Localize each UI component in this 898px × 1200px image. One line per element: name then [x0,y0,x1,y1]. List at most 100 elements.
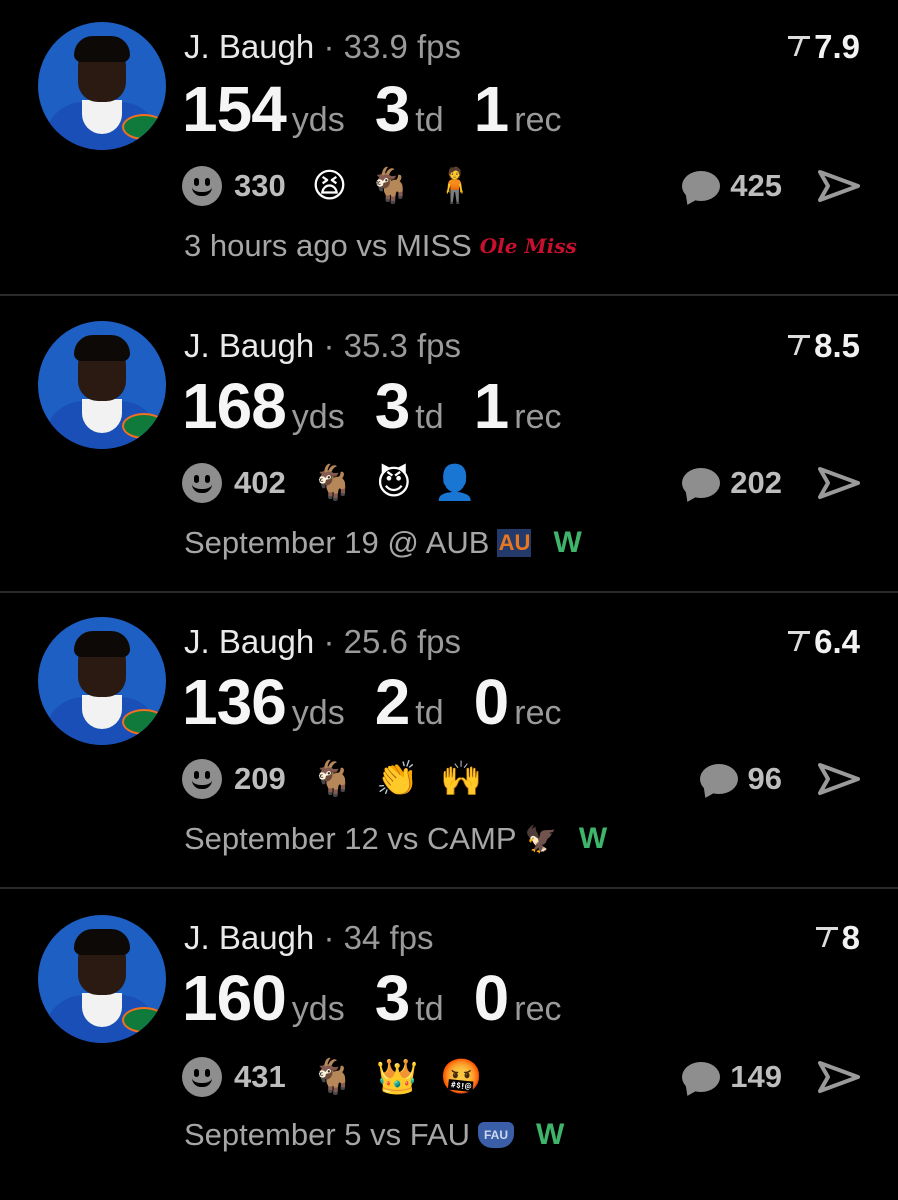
yards-unit: yds [291,398,345,436]
player-name-line: J. Baugh · 35.3 fps [184,327,461,365]
rec-value: 1 [473,73,510,145]
player-avatar[interactable] [38,617,166,745]
result-badge: W [536,1118,565,1151]
share-icon[interactable] [818,1059,860,1095]
reaction-emoji[interactable]: 👤 [434,463,476,503]
comment-count[interactable]: 202 [730,465,782,501]
yards-value: 160 [182,962,287,1034]
reaction-emoji[interactable]: 😈 [376,463,411,503]
reactions: 402 🐐 😈 👤 [182,461,498,505]
fps-value: · 33.9 fps [323,28,462,65]
feed: J. Baugh · 33.9 fps 7.9 154 yds 3 td 1 rec 33… [0,0,898,1200]
reaction-emoji[interactable]: 🤬 [440,1057,482,1097]
smiley-react-icon[interactable] [182,759,222,799]
comment-icon[interactable] [682,1062,721,1092]
reaction-count[interactable]: 330 [234,168,286,204]
game-card[interactable]: J. Baugh · 34 fps 8 160 yds 3 td 0 rec 431 🐐 … [0,889,898,1185]
rating-icon [815,927,838,947]
reaction-emoji[interactable]: 🙌 [440,759,482,799]
comment-share-group: 96 [699,757,860,801]
comment-count[interactable]: 425 [730,168,782,204]
yards-value: 136 [182,666,287,738]
opponent-logo: 🦅 [524,823,557,854]
rating-value: 8.5 [814,327,860,364]
player-avatar[interactable] [38,22,166,150]
rec-unit: rec [514,398,562,436]
td-value: 2 [374,666,411,738]
comment-icon[interactable] [682,171,721,201]
rating: 8 [815,919,860,957]
stat-line: 154 yds 3 td 1 rec [182,72,561,146]
game-card[interactable]: J. Baugh · 35.3 fps 8.5 168 yds 3 td 1 rec 40… [0,297,898,593]
reaction-emoji[interactable]: 🧍 [434,166,476,206]
comment-count[interactable]: 149 [730,1059,782,1095]
rating-value: 6.4 [814,623,860,660]
reaction-emoji[interactable]: 👑 [376,1057,418,1097]
yards-unit: yds [291,990,345,1028]
stat-line: 136 yds 2 td 0 rec [182,665,561,739]
fps-value: · 35.3 fps [323,327,462,364]
smiley-react-icon[interactable] [182,1057,222,1097]
player-avatar[interactable] [38,915,166,1043]
result-badge: W [578,822,608,855]
comment-share-group: 149 [682,1055,860,1099]
td-unit: td [415,990,444,1028]
game-card[interactable]: J. Baugh · 33.9 fps 7.9 154 yds 3 td 1 rec 33… [0,0,898,296]
comment-icon[interactable] [682,468,721,498]
comment-count[interactable]: 96 [748,761,782,797]
player-name-line: J. Baugh · 34 fps [184,919,434,957]
player-name[interactable]: J. Baugh [184,623,314,660]
comment-share-group: 425 [682,164,860,208]
reaction-count[interactable]: 402 [234,465,286,501]
result-badge: W [553,526,582,559]
reaction-emoji[interactable]: 🐐 [312,463,354,503]
share-icon[interactable] [818,168,860,204]
yards-value: 168 [182,370,287,442]
game-meta: September 5 vs FAU FAU W [184,1117,564,1153]
fps-value: · 25.6 fps [323,623,462,660]
rating-icon [788,335,811,355]
opponent-logo: FAU [478,1122,515,1148]
game-card[interactable]: J. Baugh · 25.6 fps 6.4 136 yds 2 td 0 rec 20… [0,593,898,889]
player-avatar[interactable] [38,321,166,449]
rec-unit: rec [514,101,562,139]
game-info: September 19 @ AUB [184,525,490,560]
smiley-react-icon[interactable] [182,166,222,206]
player-name[interactable]: J. Baugh [184,919,314,956]
reaction-emoji[interactable]: 🐐 [312,759,354,799]
reaction-count[interactable]: 431 [234,1059,286,1095]
player-name[interactable]: J. Baugh [184,327,314,364]
game-meta: September 19 @ AUB AU W [184,525,582,561]
rating: 6.4 [788,623,860,661]
rating-value: 7.9 [814,28,860,65]
reaction-emoji[interactable]: 😫 [312,166,347,206]
rating-icon [788,631,811,651]
reaction-emoji[interactable]: 👏 [376,759,418,799]
reaction-count[interactable]: 209 [234,761,286,797]
rating-icon [788,36,811,56]
smiley-react-icon[interactable] [182,463,222,503]
player-name[interactable]: J. Baugh [184,28,314,65]
yards-unit: yds [291,694,345,732]
yards-value: 154 [182,73,287,145]
td-unit: td [415,398,444,436]
rec-unit: rec [514,990,562,1028]
td-value: 3 [374,73,411,145]
rec-value: 0 [473,962,510,1034]
rec-unit: rec [514,694,562,732]
rec-value: 0 [473,666,510,738]
game-info: September 12 vs CAMP [184,821,517,856]
share-icon[interactable] [818,761,860,797]
yards-unit: yds [291,101,345,139]
game-info: 3 hours ago vs MISS [184,228,472,263]
game-meta: 3 hours ago vs MISS Ole Miss [184,228,577,264]
reaction-emoji[interactable]: 🐐 [369,166,411,206]
rating: 7.9 [788,28,860,66]
comment-icon[interactable] [699,764,738,794]
reaction-emoji[interactable]: 🐐 [312,1057,354,1097]
share-icon[interactable] [818,465,860,501]
divider [0,294,898,296]
player-name-line: J. Baugh · 33.9 fps [184,28,461,66]
stat-line: 160 yds 3 td 0 rec [182,961,561,1035]
fps-value: · 34 fps [323,919,434,956]
